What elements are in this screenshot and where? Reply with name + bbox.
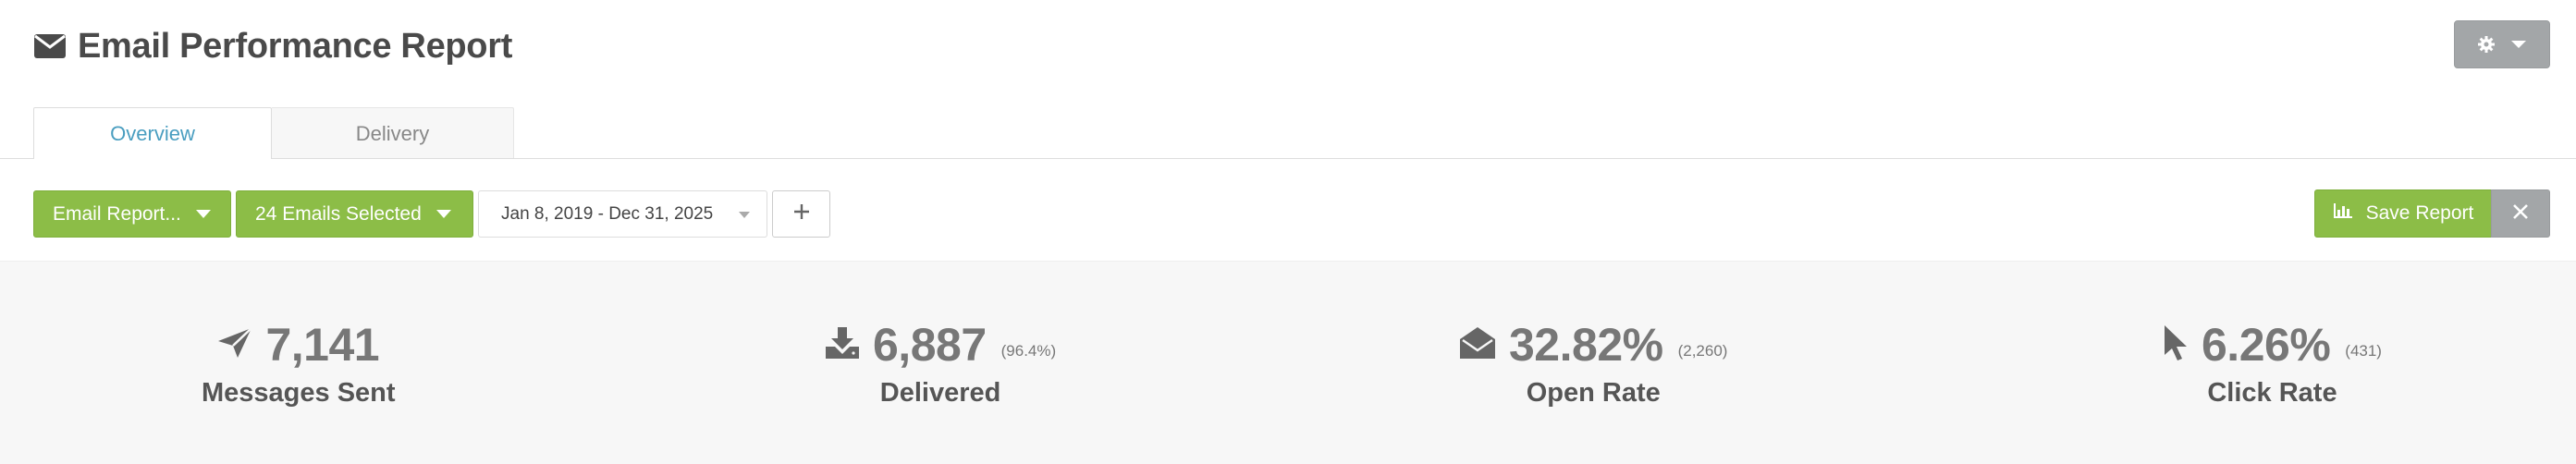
download-icon [825, 326, 860, 364]
chevron-down-icon [2510, 39, 2527, 50]
save-report-label: Save Report [2365, 202, 2474, 224]
date-range-select[interactable]: Jan 8, 2019 - Dec 31, 2025 [478, 190, 767, 238]
settings-dropdown-button[interactable] [2454, 20, 2550, 68]
stat-value: 6.26% [2202, 319, 2331, 371]
tab-divider [0, 158, 2576, 159]
stat-value: 32.82% [1509, 319, 1663, 371]
date-range-value: Jan 8, 2019 - Dec 31, 2025 [501, 203, 714, 224]
add-filter-button[interactable] [772, 190, 830, 238]
gear-icon [2477, 35, 2496, 54]
close-icon [2511, 202, 2530, 226]
stat-click-rate: 6.26% (431) Click Rate [2163, 317, 2382, 409]
stat-messages-sent: 7,141 Messages Sent [202, 317, 396, 409]
plus-icon [792, 202, 811, 226]
stat-subvalue: (2,260) [1677, 342, 1728, 360]
stat-subvalue: (96.4%) [1000, 342, 1057, 360]
tab-overview[interactable]: Overview [33, 107, 272, 159]
caret-down-icon [739, 212, 750, 218]
open-envelope-icon [1459, 326, 1496, 364]
caret-down-icon [195, 210, 211, 218]
stat-subvalue: (431) [2345, 342, 2382, 360]
email-report-label: Email Report... [53, 202, 181, 225]
stat-label: Click Rate [2207, 378, 2337, 408]
stat-delivered: 6,887 (96.4%) Delivered [825, 317, 1056, 409]
paper-plane-icon [217, 326, 253, 363]
report-tabs: Overview Delivery [33, 107, 514, 159]
emails-selected-dropdown[interactable]: 24 Emails Selected [236, 190, 473, 238]
stat-label: Open Rate [1526, 378, 1661, 408]
close-report-button[interactable] [2491, 189, 2550, 238]
stat-value: 7,141 [265, 319, 380, 371]
page-header: Email Performance Report [33, 20, 512, 72]
email-report-dropdown[interactable]: Email Report... [33, 190, 231, 238]
cursor-icon [2163, 324, 2189, 366]
envelope-icon [33, 33, 67, 59]
save-report-button[interactable]: Save Report [2314, 189, 2492, 238]
stat-value: 6,887 [873, 319, 987, 371]
tab-delivery[interactable]: Delivery [272, 107, 514, 159]
bar-chart-icon [2333, 202, 2353, 225]
stat-open-rate: 32.82% (2,260) Open Rate [1459, 317, 1727, 409]
page-title: Email Performance Report [78, 26, 513, 66]
stats-panel: 7,141 Messages Sent 6,887 (96.4%) Delive… [0, 261, 2576, 464]
caret-down-icon [435, 210, 451, 218]
emails-selected-label: 24 Emails Selected [255, 202, 422, 225]
stat-label: Delivered [879, 378, 1001, 408]
stat-label: Messages Sent [202, 378, 396, 408]
